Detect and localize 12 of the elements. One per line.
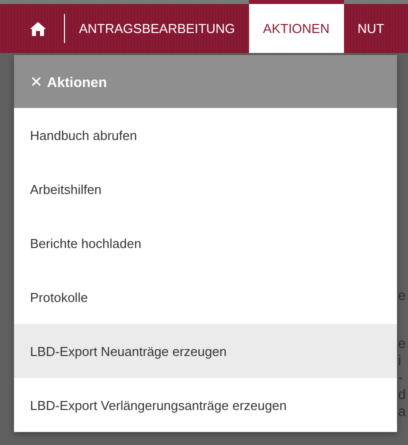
nav-tab[interactable]: AKTIONEN: [249, 0, 344, 53]
home-icon: [30, 22, 46, 36]
menu-item[interactable]: LBD-Export Verlängerungsanträge erzeugen: [14, 378, 397, 432]
nav-tab[interactable]: ANTRAGSBEARBEITUNG: [65, 4, 250, 53]
menu-item[interactable]: LBD-Export Neuanträge erzeugen: [14, 324, 397, 378]
menu-title: Aktionen: [47, 74, 107, 90]
menu-item[interactable]: Arbeitshilfen: [14, 162, 397, 216]
nav-tab[interactable]: NUT: [344, 4, 398, 53]
menu-item[interactable]: Handbuch abrufen: [14, 108, 397, 162]
menu-item[interactable]: Protokolle: [14, 270, 397, 324]
menu-item[interactable]: Berichte hochladen: [14, 216, 397, 270]
background-text: -: [398, 369, 403, 385]
